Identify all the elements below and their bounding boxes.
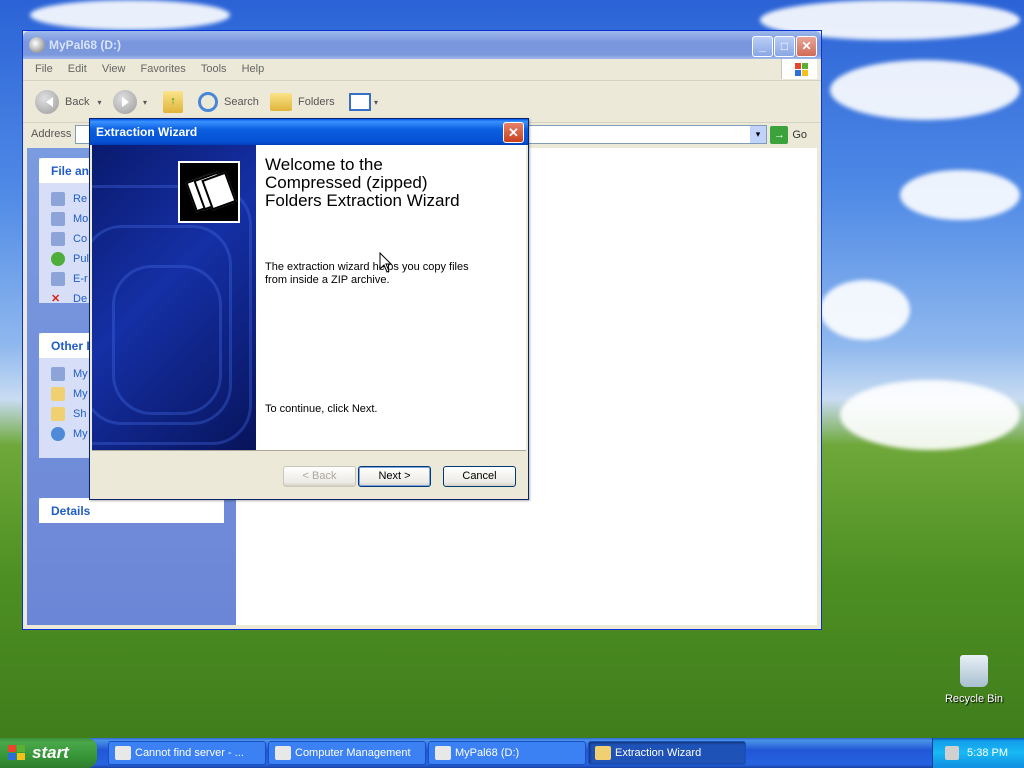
shared-folder-icon <box>51 406 65 421</box>
wizard-continue-text: To continue, click Next. <box>265 403 378 415</box>
up-folder-button[interactable]: ↑ <box>163 89 183 115</box>
folders-icon <box>270 93 292 111</box>
cloud <box>30 0 230 30</box>
system-tray: 5:38 PM <box>932 738 1024 768</box>
recycle-bin-label: Recycle Bin <box>944 693 1004 705</box>
email-icon <box>51 271 65 286</box>
cloud <box>900 170 1020 220</box>
details-box: Details <box>39 498 224 523</box>
menu-tools[interactable]: Tools <box>195 59 233 75</box>
dialog-title: Extraction Wizard <box>96 125 198 139</box>
go-arrow-icon: → <box>770 126 789 144</box>
taskbar-item-active[interactable]: Extraction Wizard <box>588 741 746 765</box>
details-header[interactable]: Details <box>39 498 224 523</box>
go-label: Go <box>792 129 807 141</box>
mouse-cursor-icon <box>379 252 393 273</box>
taskbar-item[interactable]: Computer Management <box>268 741 426 765</box>
folders-label: Folders <box>298 96 335 108</box>
drive-icon <box>29 37 45 53</box>
menu-view[interactable]: View <box>96 59 132 75</box>
computer-management-icon <box>275 746 291 760</box>
menu-bar: File Edit View Favorites Tools Help <box>23 59 821 81</box>
back-arrow-icon <box>35 90 59 114</box>
delete-icon: ✕ <box>51 293 61 305</box>
wizard-heading: Welcome to the Compressed (zipped) Folde… <box>265 155 460 210</box>
dialog-button-row: < Back Next > Cancel <box>92 450 526 499</box>
dialog-titlebar[interactable]: Extraction Wizard ✕ <box>90 119 528 145</box>
extraction-wizard-dialog: Extraction Wizard ✕ Welcome to the Compr… <box>89 118 529 500</box>
wizard-description: The extraction wizard helps you copy fil… <box>265 261 469 286</box>
go-button[interactable]: → Go <box>770 126 807 144</box>
back-button[interactable]: Back ▾ <box>35 89 101 115</box>
explorer-titlebar[interactable]: MyPal68 (D:) _ □ ✕ <box>23 31 821 59</box>
search-icon <box>198 92 218 112</box>
explorer-title: MyPal68 (D:) <box>49 38 122 52</box>
menu-help[interactable]: Help <box>236 59 271 75</box>
next-button[interactable]: Next > <box>358 466 431 487</box>
chevron-down-icon[interactable]: ▾ <box>750 126 766 143</box>
computer-icon <box>51 366 65 381</box>
toolbar: Back ▾ ▾ ↑ Search Folders ▾ <box>23 81 821 123</box>
documents-icon <box>51 386 65 401</box>
windows-logo-icon <box>8 745 26 761</box>
drive-icon <box>435 746 451 760</box>
windows-logo-icon <box>781 59 817 79</box>
forward-button[interactable]: ▾ <box>113 89 147 115</box>
move-icon <box>51 211 65 226</box>
network-icon <box>51 426 65 441</box>
maximize-button[interactable]: □ <box>774 36 795 57</box>
forward-arrow-icon <box>113 90 137 114</box>
search-button[interactable]: Search <box>198 89 259 115</box>
up-folder-icon: ↑ <box>163 91 183 113</box>
search-label: Search <box>224 96 259 108</box>
address-label: Address <box>31 128 72 140</box>
banner-decoration <box>112 265 222 415</box>
clock[interactable]: 5:38 PM <box>967 747 1008 759</box>
chevron-down-icon: ▾ <box>374 97 379 107</box>
cloud <box>820 280 910 340</box>
chevron-down-icon[interactable]: ▾ <box>143 98 147 107</box>
views-button[interactable]: ▾ <box>349 89 378 115</box>
wizard-content: Welcome to the Compressed (zipped) Folde… <box>256 145 526 451</box>
minimize-button[interactable]: _ <box>752 36 773 57</box>
network-tray-icon[interactable] <box>945 746 959 760</box>
browser-icon <box>115 746 131 760</box>
publish-icon <box>51 251 65 266</box>
recycle-bin-icon <box>960 655 988 687</box>
taskbar-item[interactable]: Cannot find server - ... <box>108 741 266 765</box>
wizard-banner <box>92 145 256 451</box>
folder-icon <box>595 746 611 760</box>
taskbar-item[interactable]: MyPal68 (D:) <box>428 741 586 765</box>
menu-file[interactable]: File <box>29 59 59 75</box>
start-button[interactable]: start <box>0 738 97 768</box>
views-icon <box>349 93 371 111</box>
taskbar: start Cannot find server - ... Computer … <box>0 738 1024 768</box>
rename-icon <box>51 191 65 206</box>
back-label: Back <box>65 96 90 108</box>
copy-icon <box>51 231 65 246</box>
menu-edit[interactable]: Edit <box>62 59 93 75</box>
zip-folder-icon <box>178 161 240 223</box>
chevron-down-icon[interactable]: ▾ <box>97 98 101 107</box>
cloud <box>840 380 1020 450</box>
start-label: start <box>32 743 69 762</box>
folders-button[interactable]: Folders <box>270 89 335 115</box>
close-button[interactable]: ✕ <box>503 122 524 143</box>
cancel-button[interactable]: Cancel <box>443 466 516 487</box>
recycle-bin[interactable]: Recycle Bin <box>942 655 1006 705</box>
menu-favorites[interactable]: Favorites <box>135 59 192 75</box>
cloud <box>830 60 1020 120</box>
back-button[interactable]: < Back <box>283 466 356 487</box>
close-button[interactable]: ✕ <box>796 36 817 57</box>
